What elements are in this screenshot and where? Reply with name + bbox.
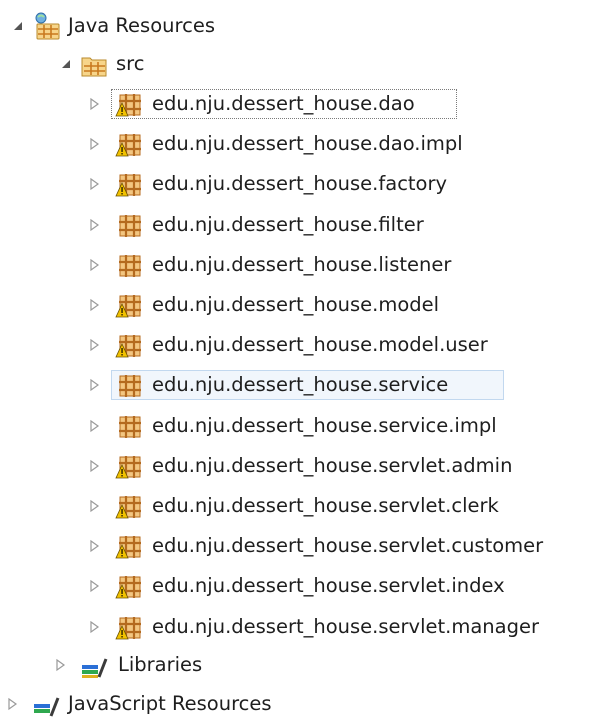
package-icon [114, 370, 144, 400]
tree-item-label: edu.nju.dessert_house.service.impl [152, 414, 497, 437]
tree-item-label: edu.nju.dessert_house.servlet.admin [152, 454, 513, 477]
collapsed-arrow-icon[interactable] [4, 695, 20, 713]
tree-item-label: edu.nju.dessert_house.servlet.customer [152, 534, 544, 557]
tree-item-label: JavaScript Resources [68, 692, 272, 715]
tree-item-package[interactable]: edu.nju.dessert_house.servlet.customer [0, 528, 612, 564]
tree-item-label: edu.nju.dessert_house.dao [152, 92, 415, 115]
package-warning-icon [114, 129, 144, 159]
tree-item-label: edu.nju.dessert_house.dao.impl [152, 132, 463, 155]
collapsed-arrow-icon[interactable] [86, 216, 102, 234]
tree-item-libraries[interactable]: Libraries [0, 647, 612, 683]
package-warning-icon [114, 89, 144, 119]
tree-item-package[interactable]: edu.nju.dessert_house.model [0, 287, 612, 323]
package-warning-icon [114, 290, 144, 320]
tree-item-label: edu.nju.dessert_house.model.user [152, 333, 488, 356]
collapsed-arrow-icon[interactable] [86, 95, 102, 113]
expanded-arrow-icon[interactable] [58, 55, 74, 73]
package-warning-icon [114, 531, 144, 561]
collapsed-arrow-icon[interactable] [86, 175, 102, 193]
tree-item-label: Java Resources [68, 14, 215, 37]
collapsed-arrow-icon[interactable] [86, 537, 102, 555]
javascript-resources-icon [31, 689, 61, 719]
tree-item-label: edu.nju.dessert_house.service [152, 373, 449, 396]
tree-item-package[interactable]: edu.nju.dessert_house.servlet.manager [0, 609, 612, 645]
package-icon [114, 210, 144, 240]
tree-item-package[interactable]: edu.nju.dessert_house.factory [0, 166, 612, 202]
tree-item-label: edu.nju.dessert_house.factory [152, 172, 448, 195]
tree-item-label: Libraries [118, 653, 203, 676]
tree-item-label: src [116, 52, 145, 75]
tree-item-label: edu.nju.dessert_house.servlet.clerk [152, 494, 499, 517]
collapsed-arrow-icon[interactable] [86, 457, 102, 475]
tree-item-package[interactable]: edu.nju.dessert_house.dao.impl [0, 126, 612, 162]
project-explorer-tree: Java Resources src edu.nju.dessert_house… [0, 0, 612, 717]
package-warning-icon [114, 169, 144, 199]
collapsed-arrow-icon[interactable] [86, 618, 102, 636]
collapsed-arrow-icon[interactable] [86, 376, 102, 394]
package-warning-icon [114, 330, 144, 360]
tree-item-label: edu.nju.dessert_house.servlet.manager [152, 615, 539, 638]
tree-item-package[interactable]: edu.nju.dessert_house.servlet.index [0, 568, 612, 604]
tree-item-package[interactable]: edu.nju.dessert_house.service.impl [0, 408, 612, 444]
package-warning-icon [114, 491, 144, 521]
tree-item-javascript-resources[interactable]: JavaScript Resources [0, 686, 612, 722]
collapsed-arrow-icon[interactable] [86, 296, 102, 314]
tree-item-label: edu.nju.dessert_house.filter [152, 213, 424, 236]
package-icon [114, 250, 144, 280]
source-folder-icon [79, 49, 109, 79]
package-warning-icon [114, 451, 144, 481]
tree-item-package[interactable]: edu.nju.dessert_house.service [0, 367, 612, 403]
tree-item-package[interactable]: edu.nju.dessert_house.filter [0, 207, 612, 243]
expanded-arrow-icon[interactable] [10, 17, 26, 35]
tree-item-src[interactable]: src [0, 46, 612, 82]
tree-item-package[interactable]: edu.nju.dessert_house.model.user [0, 327, 612, 363]
collapsed-arrow-icon[interactable] [86, 577, 102, 595]
tree-item-label: edu.nju.dessert_house.servlet.index [152, 574, 505, 597]
collapsed-arrow-icon[interactable] [86, 256, 102, 274]
libraries-icon [79, 650, 109, 680]
package-warning-icon [114, 571, 144, 601]
package-warning-icon [114, 612, 144, 642]
collapsed-arrow-icon[interactable] [86, 497, 102, 515]
tree-item-label: edu.nju.dessert_house.listener [152, 253, 452, 276]
tree-item-java-resources[interactable]: Java Resources [0, 8, 612, 44]
package-icon [114, 411, 144, 441]
collapsed-arrow-icon[interactable] [86, 336, 102, 354]
tree-item-package[interactable]: edu.nju.dessert_house.listener [0, 247, 612, 283]
tree-item-package[interactable]: edu.nju.dessert_house.servlet.admin [0, 448, 612, 484]
tree-item-package[interactable]: edu.nju.dessert_house.dao [0, 86, 612, 122]
collapsed-arrow-icon[interactable] [86, 417, 102, 435]
collapsed-arrow-icon[interactable] [86, 135, 102, 153]
collapsed-arrow-icon[interactable] [52, 656, 68, 674]
java-resources-icon [31, 11, 61, 41]
tree-item-package[interactable]: edu.nju.dessert_house.servlet.clerk [0, 488, 612, 524]
tree-item-label: edu.nju.dessert_house.model [152, 293, 440, 316]
